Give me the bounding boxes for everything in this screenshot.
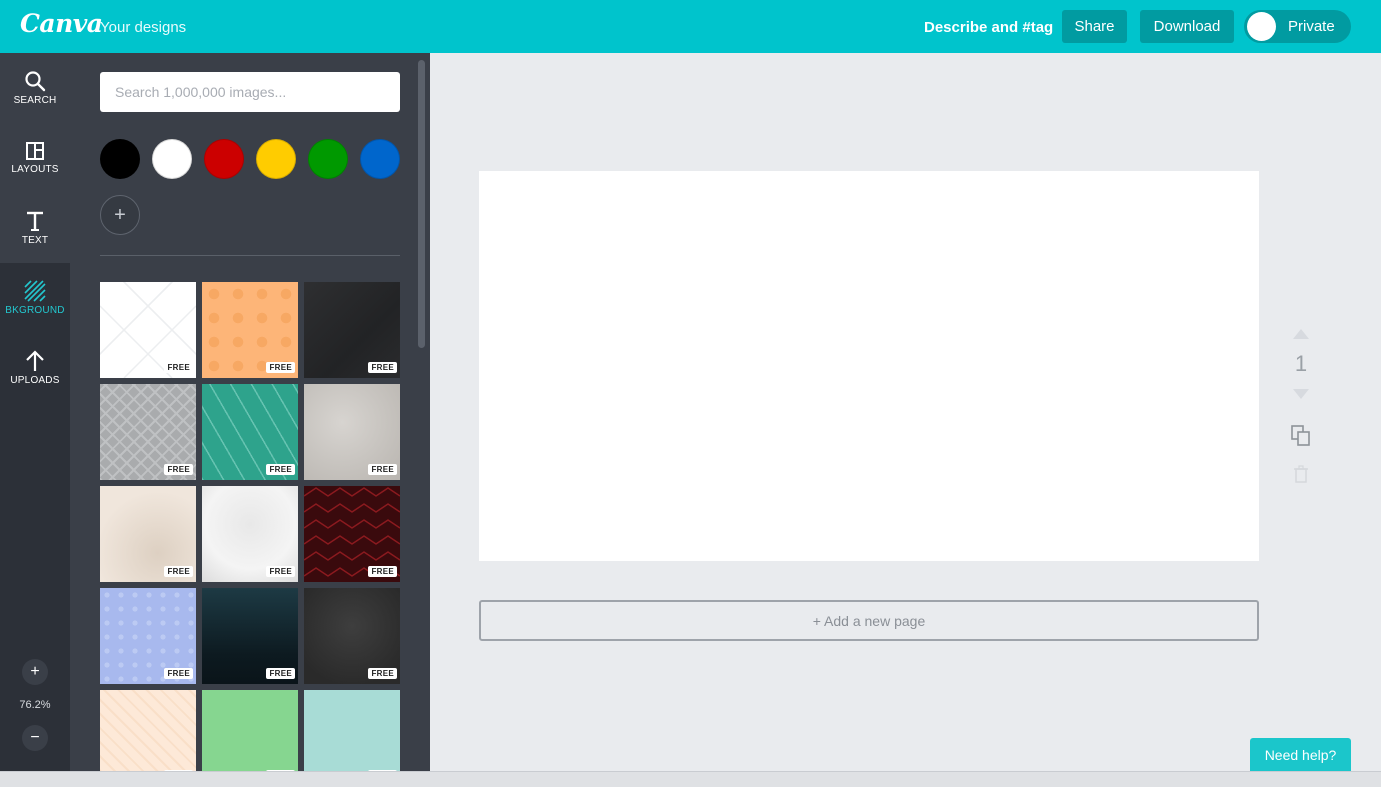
page-number: 1	[1294, 351, 1308, 376]
free-badge: FREE	[266, 464, 295, 475]
free-badge: FREE	[266, 566, 295, 577]
swatch-yellow[interactable]	[256, 139, 296, 179]
background-icon	[24, 280, 46, 302]
bottom-strip	[0, 771, 1381, 787]
rail-label-background: BKGROUND	[5, 305, 65, 316]
rail-label-layouts: LAYOUTS	[11, 164, 59, 175]
swatch-white[interactable]	[152, 139, 192, 179]
add-color-button[interactable]: +	[100, 195, 140, 235]
rail-item-layouts[interactable]: LAYOUTS	[0, 123, 70, 193]
background-tile-white-lattice[interactable]: FREE	[100, 282, 196, 378]
free-badge: FREE	[164, 464, 193, 475]
free-badge: FREE	[368, 566, 397, 577]
free-badge: FREE	[266, 668, 295, 679]
duplicate-page-icon[interactable]	[1291, 425, 1311, 447]
rail-label-text: TEXT	[21, 235, 49, 246]
rail-item-background[interactable]: BKGROUND	[0, 263, 70, 333]
swatch-green[interactable]	[308, 139, 348, 179]
background-tile-beige-paper[interactable]: FREE	[100, 486, 196, 582]
delete-page-icon[interactable]	[1293, 465, 1309, 483]
zoom-level: 76.2%	[19, 699, 51, 711]
zoom-out-button[interactable]: −	[22, 725, 48, 751]
background-tile-dark-grey-texture[interactable]: FREE	[304, 588, 400, 684]
free-badge: FREE	[164, 566, 193, 577]
background-tile-periwinkle-dots[interactable]: FREE	[100, 588, 196, 684]
background-tile-aqua-solid[interactable]: FREE	[304, 690, 400, 771]
panel-scrollbar[interactable]	[418, 60, 425, 348]
free-badge: FREE	[266, 362, 295, 373]
describe-and-tag-link[interactable]: Describe and #tag	[924, 19, 1053, 36]
free-badge: FREE	[368, 668, 397, 679]
layouts-icon	[26, 142, 44, 160]
rail-item-text[interactable]: TEXT	[0, 193, 70, 263]
background-tile-teal-stripes[interactable]: FREE	[202, 384, 298, 480]
download-button[interactable]: Download	[1140, 10, 1234, 43]
rail-label-search: SEARCH	[13, 95, 57, 106]
background-panel: + FREE FREE FREE FREE FREE FREE FREE FRE…	[70, 53, 430, 771]
image-search-input[interactable]	[100, 72, 400, 112]
background-tile-grey-crosshatch[interactable]: FREE	[100, 384, 196, 480]
background-tile-red-chevron[interactable]: FREE	[304, 486, 400, 582]
background-tile-cream-herringbone[interactable]: FREE	[100, 690, 196, 771]
free-badge: FREE	[164, 668, 193, 679]
background-tile-dark-charcoal[interactable]: FREE	[304, 282, 400, 378]
background-tile-grey-concrete[interactable]: FREE	[304, 384, 400, 480]
background-tile-white-marble[interactable]: FREE	[202, 486, 298, 582]
rail-item-search[interactable]: SEARCH	[0, 53, 70, 123]
need-help-button[interactable]: Need help?	[1250, 738, 1351, 772]
canva-logo[interactable]: Canva	[20, 9, 103, 38]
background-tile-mint-green[interactable]: FREE	[202, 690, 298, 771]
left-icon-rail: SEARCH LAYOUTS TEXT BKGROUND UPLOADS + 7…	[0, 53, 70, 787]
top-bar: Canva Your designs Describe and #tag Sha…	[0, 0, 1381, 53]
background-tile-dark-teal-gradient[interactable]: FREE	[202, 588, 298, 684]
search-icon	[25, 71, 46, 92]
free-badge: FREE	[368, 362, 397, 373]
your-designs-link[interactable]: Your designs	[100, 19, 186, 36]
background-tile-peach-circles[interactable]: FREE	[202, 282, 298, 378]
rail-item-uploads[interactable]: UPLOADS	[0, 333, 70, 403]
design-page-canvas[interactable]	[479, 171, 1259, 561]
upload-icon	[26, 350, 44, 371]
toggle-knob	[1247, 12, 1276, 41]
zoom-in-button[interactable]: +	[22, 659, 48, 685]
privacy-toggle[interactable]: Private	[1244, 10, 1351, 43]
text-icon	[27, 211, 43, 231]
add-new-page-button[interactable]: + Add a new page	[479, 600, 1259, 641]
panel-divider	[100, 255, 400, 256]
move-page-down-icon[interactable]	[1293, 389, 1309, 399]
privacy-label: Private	[1288, 18, 1335, 35]
share-button[interactable]: Share	[1062, 10, 1127, 43]
free-badge: FREE	[164, 362, 193, 373]
swatch-blue[interactable]	[360, 139, 400, 179]
swatch-black[interactable]	[100, 139, 140, 179]
move-page-up-icon[interactable]	[1293, 329, 1309, 339]
free-badge: FREE	[368, 464, 397, 475]
swatch-red[interactable]	[204, 139, 244, 179]
rail-label-uploads: UPLOADS	[10, 375, 60, 386]
